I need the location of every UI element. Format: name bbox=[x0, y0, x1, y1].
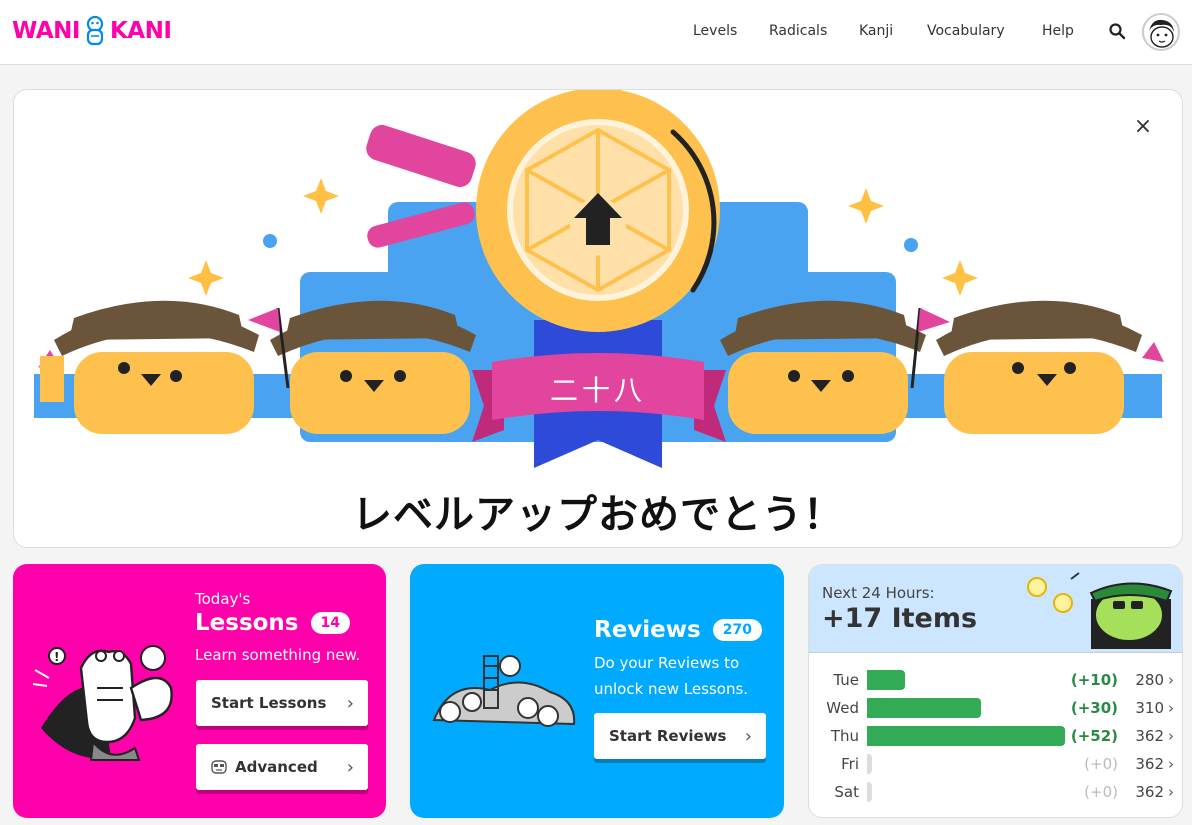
lessons-kicker: Today's bbox=[195, 590, 251, 608]
advanced-label: Advanced bbox=[235, 758, 318, 776]
sparkle-icon bbox=[188, 260, 224, 296]
start-lessons-button[interactable]: Start Lessons › bbox=[196, 680, 368, 726]
chevron-right-icon: › bbox=[1168, 671, 1174, 689]
forecast-bar bbox=[867, 698, 981, 718]
logo-text-right: KANI bbox=[109, 18, 172, 44]
reviews-title-text: Reviews bbox=[594, 617, 701, 643]
forecast-bar bbox=[867, 726, 1065, 746]
reviews-count-badge: 270 bbox=[712, 619, 762, 641]
chevron-right-icon: › bbox=[346, 692, 354, 714]
crab-face-icon bbox=[211, 760, 227, 774]
chevron-right-icon: › bbox=[744, 725, 752, 747]
forecast-bar bbox=[867, 754, 872, 774]
confetti-bar-icon bbox=[366, 125, 476, 187]
nav-levels[interactable]: Levels bbox=[693, 23, 737, 39]
chevron-right-icon: › bbox=[1168, 699, 1174, 717]
forecast-total: 362 bbox=[1135, 783, 1164, 801]
nav-vocabulary[interactable]: Vocabulary bbox=[927, 23, 1005, 39]
lessons-title-text: Lessons bbox=[195, 610, 299, 636]
forecast-increment: (+52) bbox=[1070, 727, 1118, 745]
forecast-increment: (+10) bbox=[1070, 671, 1118, 689]
forecast-row[interactable]: Tue (+10) 280 › bbox=[809, 666, 1182, 694]
forecast-day: Thu bbox=[830, 727, 859, 745]
forecast-mascot-icon bbox=[1027, 572, 1173, 649]
forecast-total: 362 bbox=[1135, 727, 1164, 745]
forecast-row[interactable]: Sat (+0) 362 › bbox=[809, 778, 1182, 806]
crabigator-logo-icon bbox=[86, 15, 104, 46]
forecast-row[interactable]: Fri (+0) 362 › bbox=[809, 750, 1182, 778]
level-up-celebration: 二十八 × レベルアップおめでとう！ bbox=[13, 89, 1183, 548]
chevron-right-icon: › bbox=[1168, 783, 1174, 801]
reviews-title: Reviews 270 bbox=[594, 617, 762, 643]
reviews-card: Reviews 270 Do your Reviews to unlock ne… bbox=[410, 564, 784, 818]
dot-icon bbox=[263, 234, 277, 248]
forecast-day: Sat bbox=[834, 783, 859, 801]
top-navigation-bar: WANI KANI Levels Radicals Kanji Vocabula… bbox=[0, 0, 1192, 65]
start-reviews-label: Start Reviews bbox=[609, 727, 727, 745]
dot-icon bbox=[904, 238, 918, 252]
sparkle-icon bbox=[848, 188, 884, 224]
svg-text:!: ! bbox=[54, 650, 59, 664]
reviews-mascot-icon bbox=[432, 655, 576, 727]
avatar-face-icon bbox=[1149, 19, 1174, 48]
lessons-count-badge: 14 bbox=[310, 612, 350, 634]
level-up-message: レベルアップおめでとう！ bbox=[352, 492, 844, 538]
logo-text-left: WANI bbox=[12, 18, 80, 44]
nav-radicals[interactable]: Radicals bbox=[769, 23, 827, 39]
forecast-total: 280 bbox=[1135, 671, 1164, 689]
level-up-illustration bbox=[34, 90, 1164, 468]
chevron-right-icon: › bbox=[1168, 727, 1174, 745]
lessons-subtitle: Learn something new. bbox=[195, 646, 361, 664]
nav-help[interactable]: Help bbox=[1042, 23, 1074, 39]
forecast-row[interactable]: Wed (+30) 310 › bbox=[809, 694, 1182, 722]
chevron-right-icon: › bbox=[346, 756, 354, 778]
forecast-increment: (+0) bbox=[1084, 783, 1118, 801]
start-lessons-label: Start Lessons bbox=[211, 694, 327, 712]
search-icon[interactable] bbox=[1108, 22, 1126, 40]
wanikani-logo[interactable]: WANI KANI bbox=[12, 13, 172, 49]
forecast-day: Fri bbox=[841, 755, 859, 773]
reviews-subtitle: Do your Reviews to unlock new Lessons. bbox=[594, 654, 749, 698]
advanced-lessons-button[interactable]: Advanced › bbox=[196, 744, 368, 790]
lessons-mascot-icon: ! bbox=[32, 645, 173, 761]
user-avatar[interactable] bbox=[1142, 13, 1180, 51]
chevron-right-icon: › bbox=[1168, 755, 1174, 773]
forecast-bar bbox=[867, 670, 905, 690]
forecast-row[interactable]: Thu (+52) 362 › bbox=[809, 722, 1182, 750]
forecast-total: 362 bbox=[1135, 755, 1164, 773]
forecast-total: 310 bbox=[1135, 699, 1164, 717]
level-number-label: 二十八 bbox=[549, 374, 646, 407]
forecast-header: Next 24 Hours: +17 Items bbox=[809, 565, 1182, 653]
sparkle-icon bbox=[303, 178, 339, 214]
forecast-increment: (+0) bbox=[1084, 755, 1118, 773]
lessons-title: Lessons 14 bbox=[195, 610, 350, 636]
sparkle-icon bbox=[942, 260, 978, 296]
nav-kanji[interactable]: Kanji bbox=[859, 23, 893, 39]
forecast-increment: (+30) bbox=[1070, 699, 1118, 717]
start-reviews-button[interactable]: Start Reviews › bbox=[594, 713, 766, 759]
forecast-bar bbox=[867, 782, 872, 802]
forecast-kicker: Next 24 Hours: bbox=[822, 584, 935, 602]
forecast-day: Tue bbox=[833, 671, 859, 689]
forecast-day: Wed bbox=[826, 699, 859, 717]
review-forecast-card: Next 24 Hours: +17 Items Tue (+10) 280 › Wed… bbox=[808, 564, 1183, 818]
close-button[interactable]: × bbox=[1130, 114, 1156, 140]
forecast-headline: +17 Items bbox=[822, 603, 978, 634]
lessons-card: ! Today's Lessons 14 Learn something new… bbox=[13, 564, 386, 818]
